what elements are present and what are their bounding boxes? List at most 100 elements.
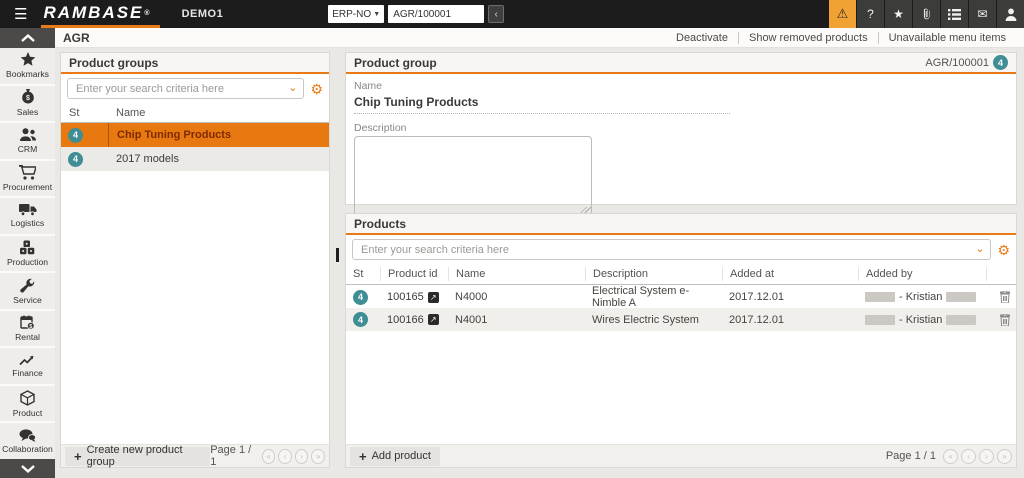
- product-row[interactable]: 4 100165 ↗ N4000 Electrical System e-Nim…: [346, 285, 1016, 308]
- panel-splitter-handle[interactable]: [336, 248, 339, 262]
- last-page-button[interactable]: »: [997, 449, 1012, 464]
- sidebar-scroll-down-button[interactable]: [0, 459, 55, 478]
- add-product-button[interactable]: + Add product: [350, 447, 440, 466]
- production-boxes-icon: [19, 240, 36, 255]
- menu-list-icon[interactable]: [941, 0, 968, 28]
- sidebar-item-crm[interactable]: CRM: [0, 123, 55, 161]
- search-back-button[interactable]: ‹: [488, 5, 504, 23]
- service-wrench-icon: [20, 278, 35, 293]
- product-group-row-selected[interactable]: 4 Chip Tuning Products: [61, 123, 329, 147]
- sidebar-item-rental[interactable]: $ Rental: [0, 311, 55, 349]
- search-dropdown-chevron-icon[interactable]: ⌄: [975, 243, 984, 255]
- sidebar-item-sales[interactable]: $ Sales: [0, 86, 55, 124]
- description-textarea[interactable]: [354, 136, 592, 220]
- column-header-name[interactable]: Name: [108, 107, 329, 119]
- product-added-by: - Kristian: [858, 314, 986, 326]
- product-group-detail-panel: Product group AGR/100001 4 Name Chip Tun…: [345, 52, 1017, 205]
- first-page-button[interactable]: «: [262, 449, 276, 464]
- search-settings-gear-icon[interactable]: ⚙: [997, 243, 1010, 257]
- sidebar-item-collaboration[interactable]: Collaboration: [0, 423, 55, 459]
- page-label: Page 1 / 1: [886, 450, 936, 462]
- plus-icon: +: [359, 449, 367, 464]
- logo-text: RAMBASE: [43, 3, 143, 23]
- paperclip-icon[interactable]: [913, 0, 940, 28]
- product-id-link[interactable]: 100165: [387, 291, 424, 303]
- topbar-icon-buttons: ⚠ ? ★ ✉: [829, 0, 1024, 28]
- page-header: AGR Deactivate Show removed products Una…: [55, 28, 1024, 48]
- unavailable-menu-items-link[interactable]: Unavailable menu items: [879, 32, 1016, 44]
- open-record-icon[interactable]: ↗: [428, 314, 439, 325]
- svg-text:$: $: [29, 324, 32, 330]
- column-header-description[interactable]: Description: [585, 267, 722, 281]
- sidebar-item-bookmarks[interactable]: Bookmarks: [0, 48, 55, 86]
- last-page-button[interactable]: »: [311, 449, 325, 464]
- products-panel-header: Products: [346, 214, 1016, 235]
- sidebar-item-service[interactable]: Service: [0, 273, 55, 311]
- product-groups-pagination: Page 1 / 1 « ‹ › »: [210, 444, 325, 468]
- procurement-cart-icon: [19, 165, 36, 180]
- products-pagination: Page 1 / 1 « ‹ › »: [886, 449, 1012, 464]
- sidebar-item-product[interactable]: Product: [0, 386, 55, 424]
- next-page-button[interactable]: ›: [979, 449, 994, 464]
- product-name: N4001: [448, 314, 585, 326]
- deactivate-link[interactable]: Deactivate: [666, 32, 738, 44]
- show-removed-products-link[interactable]: Show removed products: [739, 32, 878, 44]
- product-group-row[interactable]: 4 2017 models: [61, 147, 329, 171]
- hamburger-menu-icon[interactable]: ☰: [14, 5, 27, 23]
- delete-product-button[interactable]: [986, 291, 1016, 303]
- global-search-input[interactable]: [388, 5, 484, 23]
- sidebar-items: Bookmarks $ Sales CRM Procurement Logist…: [0, 48, 55, 459]
- sidebar-item-production[interactable]: Production: [0, 236, 55, 274]
- column-header-st[interactable]: St: [61, 107, 108, 119]
- delete-product-button[interactable]: [986, 314, 1016, 326]
- search-type-select[interactable]: ERP-NO ▼: [328, 5, 384, 23]
- product-row[interactable]: 4 100166 ↗ N4001 Wires Electric System 2…: [346, 308, 1016, 331]
- name-field-value[interactable]: Chip Tuning Products: [354, 92, 730, 114]
- bookmarks-star-icon: [20, 52, 36, 67]
- column-header-added-at[interactable]: Added at: [722, 267, 858, 281]
- previous-page-button[interactable]: ‹: [961, 449, 976, 464]
- chevron-up-icon: [21, 34, 35, 42]
- help-icon[interactable]: ?: [857, 0, 884, 28]
- favorites-star-icon[interactable]: ★: [885, 0, 912, 28]
- column-header-product-id[interactable]: Product id: [380, 267, 448, 281]
- sidebar-scroll-up-button[interactable]: [0, 28, 55, 48]
- trash-icon: [1000, 314, 1010, 326]
- product-id-link[interactable]: 100166: [387, 314, 424, 326]
- sidebar-item-finance[interactable]: Finance: [0, 348, 55, 386]
- select-arrow-icon: ▼: [373, 11, 380, 18]
- product-added-by: - Kristian: [858, 291, 986, 303]
- topbar: ☰ RAMBASE® DEMO1 ERP-NO ▼ ‹ ⚠ ? ★ ✉: [0, 0, 1024, 28]
- product-groups-search-input[interactable]: [67, 78, 304, 99]
- products-search-input[interactable]: [352, 239, 991, 260]
- search-dropdown-chevron-icon[interactable]: ⌄: [288, 82, 297, 94]
- sidebar-item-logistics[interactable]: Logistics: [0, 198, 55, 236]
- product-group-panel-header: Product group AGR/100001 4: [346, 53, 1016, 74]
- sidebar-item-procurement[interactable]: Procurement: [0, 161, 55, 199]
- column-header-st[interactable]: St: [346, 267, 380, 281]
- next-page-button[interactable]: ›: [295, 449, 309, 464]
- logistics-truck-icon: [19, 203, 37, 216]
- create-product-group-button[interactable]: + Create new product group: [65, 447, 210, 466]
- record-id: AGR/100001 4: [925, 55, 1008, 70]
- product-added-at: 2017.12.01: [722, 291, 858, 303]
- column-header-added-by[interactable]: Added by: [858, 267, 986, 281]
- search-settings-gear-icon[interactable]: ⚙: [310, 82, 323, 96]
- products-footer: + Add product Page 1 / 1 « ‹ › »: [346, 444, 1016, 467]
- column-header-name[interactable]: Name: [448, 267, 585, 281]
- panel-title: Product group: [354, 56, 437, 70]
- previous-page-button[interactable]: ‹: [278, 449, 292, 464]
- svg-text:$: $: [26, 95, 30, 102]
- open-record-icon[interactable]: ↗: [428, 292, 439, 303]
- chevron-down-icon: [21, 465, 35, 473]
- product-description: Electrical System e-Nimble A: [585, 285, 722, 309]
- product-group-name: 2017 models: [108, 153, 329, 165]
- user-icon[interactable]: [997, 0, 1024, 28]
- mail-icon[interactable]: ✉: [969, 0, 996, 28]
- page-title: AGR: [63, 31, 90, 45]
- warning-icon[interactable]: ⚠: [829, 0, 856, 28]
- product-added-at: 2017.12.01: [722, 314, 858, 326]
- redacted-text: [946, 315, 976, 325]
- first-page-button[interactable]: «: [943, 449, 958, 464]
- redacted-text: [946, 292, 976, 302]
